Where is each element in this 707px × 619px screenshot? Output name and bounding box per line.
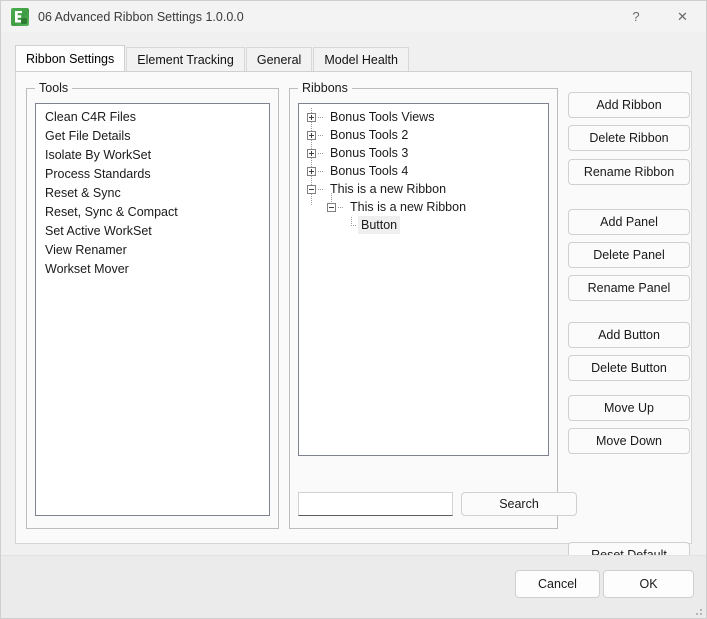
list-item[interactable]: Get File Details	[36, 127, 269, 146]
resize-grip[interactable]	[691, 604, 703, 616]
tree-node-label: Bonus Tools 2	[327, 126, 411, 144]
cancel-button[interactable]: Cancel	[515, 570, 600, 598]
tree-node-button[interactable]: Button	[299, 216, 548, 234]
close-icon: ✕	[677, 9, 688, 25]
move-down-button[interactable]: Move Down	[568, 428, 690, 454]
tools-groupbox: Tools Clean C4R Files Get File Details I…	[26, 88, 279, 529]
tools-listbox[interactable]: Clean C4R Files Get File Details Isolate…	[35, 103, 270, 516]
tree-node-this-is-a-new-ribbon[interactable]: This is a new Ribbon	[299, 180, 548, 198]
tree-connector-icon	[338, 207, 344, 208]
list-item[interactable]: Reset, Sync & Compact	[36, 203, 269, 222]
list-item[interactable]: Clean C4R Files	[36, 108, 269, 127]
tab-ribbon-settings[interactable]: Ribbon Settings	[15, 45, 125, 71]
tree-connector-icon	[318, 171, 324, 172]
delete-button-button[interactable]: Delete Button	[568, 355, 690, 381]
delete-panel-button[interactable]: Delete Panel	[568, 242, 690, 268]
tree-node-label: Button	[358, 216, 400, 234]
add-panel-button[interactable]: Add Panel	[568, 209, 690, 235]
tree-node-bonus-tools-views[interactable]: Bonus Tools Views	[299, 108, 548, 126]
window-title: 06 Advanced Ribbon Settings 1.0.0.0	[38, 10, 244, 24]
search-button[interactable]: Search	[461, 492, 577, 516]
tree-connector-icon	[318, 153, 324, 154]
tree-node-bonus-tools-3[interactable]: Bonus Tools 3	[299, 144, 548, 162]
tree-node-label: Bonus Tools Views	[327, 108, 437, 126]
collapse-minus-icon[interactable]	[307, 185, 316, 194]
close-button[interactable]: ✕	[659, 1, 706, 32]
tree-node-bonus-tools-4[interactable]: Bonus Tools 4	[299, 162, 548, 180]
ribbons-group-title: Ribbons	[298, 81, 352, 95]
tree-connector-line	[331, 193, 332, 203]
tab-strip: Ribbon Settings Element Tracking General…	[15, 45, 706, 71]
tree-node-bonus-tools-2[interactable]: Bonus Tools 2	[299, 126, 548, 144]
expand-plus-icon[interactable]	[307, 113, 316, 122]
window-controls: ? ✕	[613, 1, 706, 32]
tab-panel-ribbon-settings: Tools Clean C4R Files Get File Details I…	[15, 71, 692, 544]
application-window: 06 Advanced Ribbon Settings 1.0.0.0 ? ✕ …	[0, 0, 707, 619]
search-input[interactable]	[298, 492, 453, 516]
add-button-button[interactable]: Add Button	[568, 322, 690, 348]
help-icon: ?	[632, 9, 639, 24]
rename-panel-button[interactable]: Rename Panel	[568, 275, 690, 301]
expand-plus-icon[interactable]	[307, 149, 316, 158]
tree-node-label: Bonus Tools 4	[327, 162, 411, 180]
tree-connector-icon	[318, 189, 324, 190]
title-bar: 06 Advanced Ribbon Settings 1.0.0.0 ? ✕	[1, 1, 706, 32]
tree-node-label: Bonus Tools 3	[327, 144, 411, 162]
tab-label: Element Tracking	[137, 53, 234, 67]
add-ribbon-button[interactable]: Add Ribbon	[568, 92, 690, 118]
tab-label: Model Health	[324, 53, 398, 67]
tab-general[interactable]: General	[246, 47, 312, 71]
tree-node-panel-this-is-a-new-ribbon[interactable]: This is a new Ribbon	[299, 198, 548, 216]
list-item[interactable]: Set Active WorkSet	[36, 222, 269, 241]
move-up-button[interactable]: Move Up	[568, 395, 690, 421]
tree-node-label: This is a new Ribbon	[327, 180, 449, 198]
list-item[interactable]: Process Standards	[36, 165, 269, 184]
list-item[interactable]: Reset & Sync	[36, 184, 269, 203]
tree-connector-icon	[318, 117, 324, 118]
list-item[interactable]: View Renamer	[36, 241, 269, 260]
expand-plus-icon[interactable]	[307, 131, 316, 140]
app-logo-icon	[11, 8, 29, 26]
tab-model-health[interactable]: Model Health	[313, 47, 409, 71]
tab-label: Ribbon Settings	[26, 52, 114, 66]
collapse-minus-icon[interactable]	[327, 203, 336, 212]
tree-connector-icon	[318, 135, 324, 136]
ribbons-treeview[interactable]: Bonus Tools Views Bonus Tools 2 Bonus To…	[298, 103, 549, 456]
tree-connector-icon	[347, 221, 356, 230]
tree-node-label: This is a new Ribbon	[347, 198, 469, 216]
tab-element-tracking[interactable]: Element Tracking	[126, 47, 245, 71]
tab-label: General	[257, 53, 301, 67]
help-button[interactable]: ?	[613, 1, 659, 32]
list-item[interactable]: Isolate By WorkSet	[36, 146, 269, 165]
dialog-footer: Cancel OK	[1, 555, 706, 618]
tools-group-title: Tools	[35, 81, 72, 95]
search-row: Search	[298, 492, 549, 516]
rename-ribbon-button[interactable]: Rename Ribbon	[568, 159, 690, 185]
expand-plus-icon[interactable]	[307, 167, 316, 176]
ribbons-groupbox: Ribbons Bonus Tools Views Bonus Tools 2	[289, 88, 558, 529]
delete-ribbon-button[interactable]: Delete Ribbon	[568, 125, 690, 151]
ok-button[interactable]: OK	[603, 570, 694, 598]
list-item[interactable]: Workset Mover	[36, 260, 269, 279]
